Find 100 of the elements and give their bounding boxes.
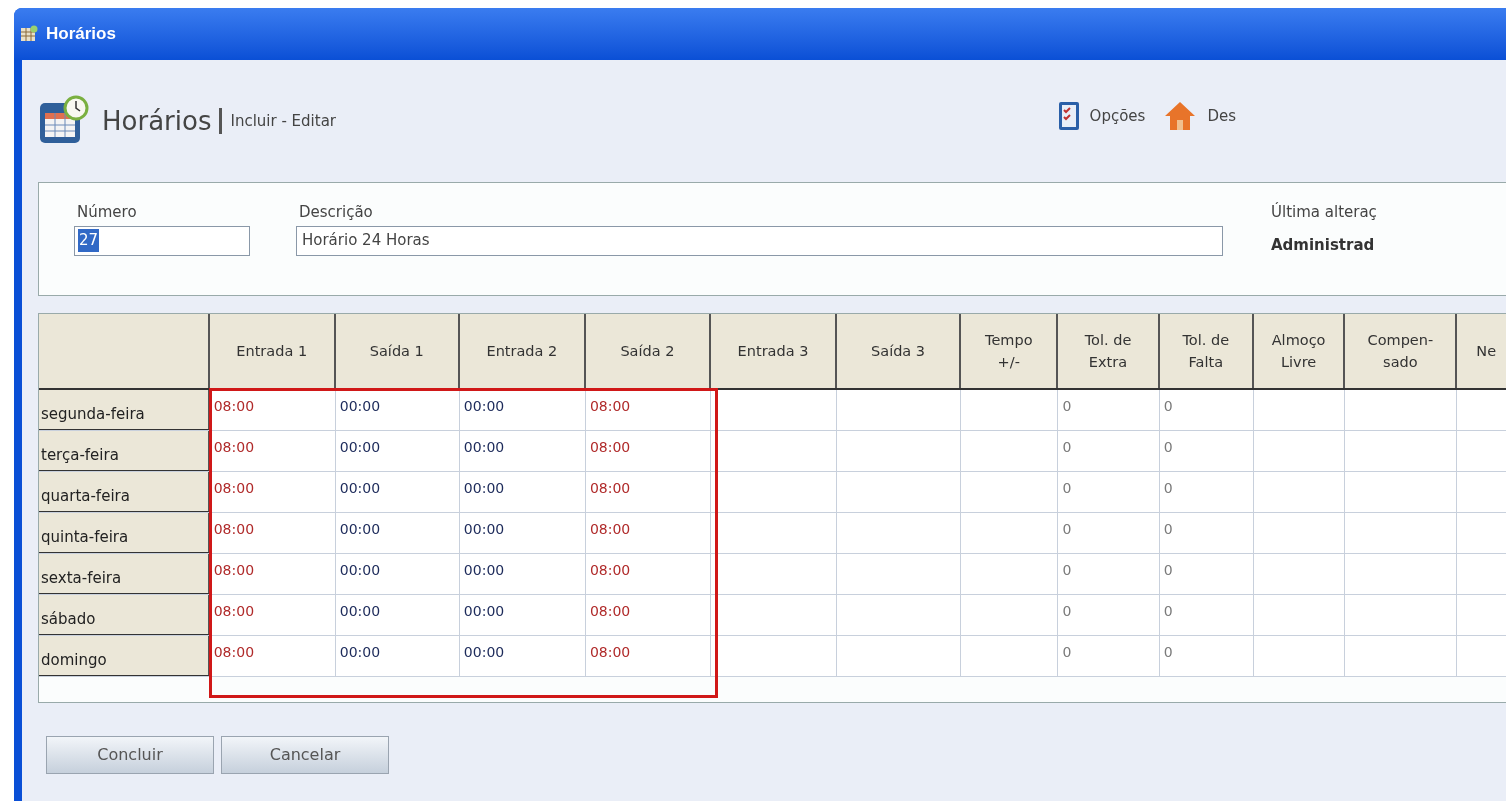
- table-cell[interactable]: [961, 636, 1059, 676]
- table-cell[interactable]: 08:00: [585, 595, 711, 635]
- table-cell[interactable]: 08:00: [209, 554, 336, 594]
- table-cell[interactable]: 0: [1159, 595, 1254, 635]
- table-cell[interactable]: [1457, 472, 1506, 512]
- table-cell[interactable]: [1253, 472, 1346, 512]
- table-cell[interactable]: 08:00: [209, 595, 336, 635]
- column-header: Ne: [1457, 314, 1506, 388]
- table-cell[interactable]: 08:00: [585, 513, 711, 553]
- table-cell[interactable]: [1345, 513, 1458, 553]
- table-cell[interactable]: 00:00: [335, 554, 460, 594]
- table-cell[interactable]: [837, 513, 962, 553]
- action-button[interactable]: Concluir: [46, 736, 214, 774]
- description-field[interactable]: Horário 24 Horas: [296, 225, 1223, 256]
- table-cell[interactable]: 0: [1159, 636, 1254, 676]
- table-cell[interactable]: [710, 513, 838, 553]
- table-cell[interactable]: 00:00: [335, 636, 460, 676]
- table-cell[interactable]: [837, 390, 962, 430]
- table-cell[interactable]: 00:00: [459, 595, 586, 635]
- table-cell[interactable]: 00:00: [335, 472, 460, 512]
- table-cell[interactable]: [961, 390, 1059, 430]
- action-button[interactable]: Cancelar: [221, 736, 389, 774]
- table-cell[interactable]: [1457, 636, 1506, 676]
- column-header: Almoço Livre: [1253, 314, 1346, 388]
- table-cell[interactable]: 08:00: [585, 636, 711, 676]
- table-cell[interactable]: 0: [1058, 513, 1160, 553]
- table-cell[interactable]: [1345, 595, 1458, 635]
- table-cell[interactable]: 0: [1058, 636, 1160, 676]
- table-cell[interactable]: [837, 472, 962, 512]
- table-cell[interactable]: [1345, 431, 1458, 471]
- toolbar-button[interactable]: Des: [1163, 100, 1236, 132]
- table-cell[interactable]: 0: [1058, 390, 1160, 430]
- table-cell[interactable]: [837, 595, 962, 635]
- table-cell[interactable]: [961, 431, 1059, 471]
- field-label: Descrição: [299, 202, 374, 223]
- table-cell[interactable]: [710, 595, 838, 635]
- table-cell[interactable]: 00:00: [335, 595, 460, 635]
- table-cell[interactable]: [710, 554, 838, 594]
- table-cell[interactable]: [1253, 636, 1346, 676]
- table-cell[interactable]: 00:00: [335, 513, 460, 553]
- table-cell[interactable]: [1253, 431, 1346, 471]
- day-cell: sábado: [39, 595, 210, 635]
- table-cell[interactable]: [1457, 513, 1506, 553]
- table-cell[interactable]: [1457, 431, 1506, 471]
- table-cell[interactable]: [1253, 595, 1346, 635]
- table-cell[interactable]: [961, 513, 1059, 553]
- column-header: Saída 2: [585, 314, 711, 388]
- table-cell[interactable]: [961, 595, 1059, 635]
- table-cell[interactable]: [1253, 554, 1346, 594]
- table-cell[interactable]: 08:00: [209, 513, 336, 553]
- table-cell[interactable]: [1457, 390, 1506, 430]
- table-cell[interactable]: 0: [1159, 554, 1254, 594]
- table-cell[interactable]: 08:00: [585, 431, 711, 471]
- table-cell[interactable]: [710, 472, 838, 512]
- table-cell[interactable]: [837, 636, 962, 676]
- table-cell[interactable]: 0: [1058, 472, 1160, 512]
- checklist-icon: [1057, 101, 1080, 131]
- table-cell[interactable]: [1457, 554, 1506, 594]
- table-cell[interactable]: 08:00: [209, 431, 336, 471]
- table-cell[interactable]: 0: [1159, 431, 1254, 471]
- table-cell[interactable]: 00:00: [459, 390, 586, 430]
- table-cell[interactable]: 0: [1159, 472, 1254, 512]
- column-header: Tol. de Falta: [1159, 314, 1254, 388]
- toolbar-button[interactable]: Opções: [1057, 101, 1146, 131]
- number-field[interactable]: 27: [74, 225, 250, 256]
- column-header: Saída 3: [837, 314, 962, 388]
- table-cell[interactable]: [710, 390, 838, 430]
- table-cell[interactable]: [1345, 554, 1458, 594]
- table-cell[interactable]: [1253, 513, 1346, 553]
- table-cell[interactable]: 00:00: [459, 554, 586, 594]
- table-cell[interactable]: 00:00: [459, 472, 586, 512]
- table-cell[interactable]: [1345, 636, 1458, 676]
- table-cell[interactable]: 00:00: [335, 390, 460, 430]
- table-cell[interactable]: 08:00: [585, 554, 711, 594]
- table-cell[interactable]: [1345, 390, 1458, 430]
- table-cell[interactable]: 0: [1159, 513, 1254, 553]
- table-cell[interactable]: 08:00: [585, 472, 711, 512]
- table-cell[interactable]: [961, 472, 1059, 512]
- table-cell[interactable]: 08:00: [209, 472, 336, 512]
- window-icon: [20, 25, 38, 43]
- table-cell[interactable]: [710, 636, 838, 676]
- table-cell[interactable]: [1253, 390, 1346, 430]
- table-cell[interactable]: [710, 431, 838, 471]
- table-cell[interactable]: 0: [1058, 595, 1160, 635]
- table-cell[interactable]: [961, 554, 1059, 594]
- user-name: Administrad: [1271, 234, 1376, 256]
- table-cell[interactable]: 08:00: [209, 636, 336, 676]
- table-cell[interactable]: 0: [1058, 431, 1160, 471]
- table-cell[interactable]: 00:00: [459, 513, 586, 553]
- table-cell[interactable]: 00:00: [459, 431, 586, 471]
- table-cell[interactable]: [837, 431, 962, 471]
- table-cell[interactable]: 00:00: [335, 431, 460, 471]
- table-cell[interactable]: 0: [1058, 554, 1160, 594]
- table-cell[interactable]: [1345, 472, 1458, 512]
- table-cell[interactable]: [837, 554, 962, 594]
- table-cell[interactable]: 08:00: [585, 390, 711, 430]
- table-cell[interactable]: 0: [1159, 390, 1254, 430]
- table-cell[interactable]: 00:00: [459, 636, 586, 676]
- table-cell[interactable]: [1457, 595, 1506, 635]
- table-cell[interactable]: 08:00: [209, 390, 336, 430]
